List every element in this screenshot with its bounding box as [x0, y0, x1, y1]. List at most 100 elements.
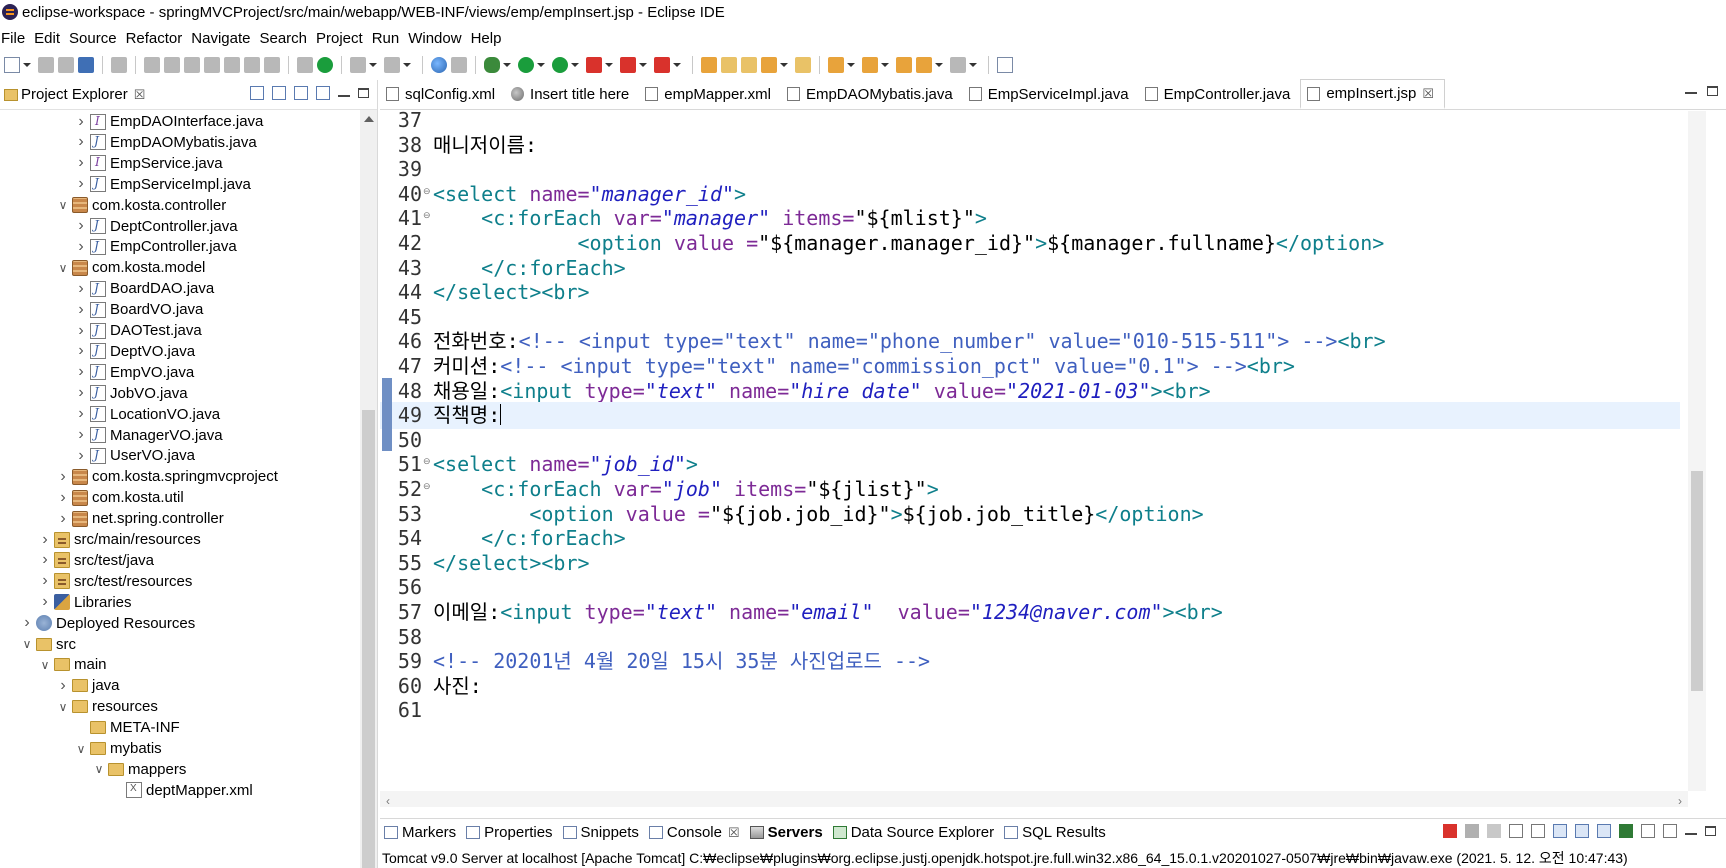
expand-chevron-right-icon[interactable]	[56, 468, 70, 486]
expand-chevron-right-icon[interactable]	[38, 551, 52, 569]
new-icon[interactable]	[4, 57, 20, 73]
last-edit-location-icon[interactable]	[896, 57, 912, 73]
bottom-tab[interactable]: Servers	[746, 820, 829, 846]
terminate-icon[interactable]	[184, 57, 200, 73]
code-line[interactable]: 37	[380, 111, 1680, 134]
code-line[interactable]: 49 직책명:	[380, 402, 1680, 430]
expand-chevron-right-icon[interactable]	[74, 426, 88, 444]
tree-item[interactable]: com.kosta.util	[0, 486, 184, 509]
open-task-icon[interactable]	[795, 57, 811, 73]
expand-chevron-down-icon[interactable]	[56, 198, 70, 212]
expand-chevron-right-icon[interactable]	[20, 614, 34, 632]
expand-chevron-right-icon[interactable]	[74, 133, 88, 151]
code-line[interactable]: 57 이메일:<input type="text" name="email" va…	[380, 599, 1680, 626]
view-menu-icon[interactable]	[316, 86, 330, 100]
tree-item[interactable]: main	[0, 653, 107, 676]
run-external-icon[interactable]	[586, 57, 602, 73]
tree-item[interactable]: DeptController.java	[0, 215, 238, 238]
code-line[interactable]: 46 전화번호:<!-- <input type="text" name="pho…	[380, 328, 1680, 355]
tree-item[interactable]: EmpController.java	[0, 235, 237, 258]
scrollbar-thumb[interactable]	[362, 410, 375, 868]
expand-chevron-right-icon[interactable]	[38, 531, 52, 549]
menu-run[interactable]: Run	[371, 30, 406, 47]
expand-chevron-right-icon[interactable]	[38, 572, 52, 590]
tree-item[interactable]: EmpServiceImpl.java	[0, 173, 251, 196]
forward-icon[interactable]	[950, 57, 966, 73]
tree-item[interactable]: LocationVO.java	[0, 403, 220, 426]
tree-item[interactable]: com.kosta.controller	[0, 194, 226, 217]
open-type-icon[interactable]	[701, 57, 717, 73]
code-line[interactable]: 38 매니저이름:	[380, 132, 1680, 159]
collapse-all-icon[interactable]	[250, 86, 264, 100]
minimize-icon[interactable]	[338, 95, 350, 97]
show-on-output-icon[interactable]	[1575, 824, 1589, 838]
tree-item[interactable]: java	[0, 674, 120, 697]
tree-item[interactable]: DeptVO.java	[0, 340, 195, 363]
expand-chevron-down-icon[interactable]	[74, 742, 88, 756]
code-line[interactable]: 51 ⊖ <select name="job_id">	[380, 451, 1680, 478]
editor-tab[interactable]: empMapper.xml	[639, 79, 781, 109]
code-line[interactable]: 43 </c:forEach>	[380, 255, 1680, 282]
tree-item[interactable]: src	[0, 633, 76, 656]
scroll-right-icon[interactable]: ›	[1678, 794, 1682, 808]
tree-item[interactable]: ManagerVO.java	[0, 424, 223, 447]
expand-chevron-right-icon[interactable]	[74, 405, 88, 423]
debug-icon[interactable]	[484, 57, 500, 73]
expand-chevron-right-icon[interactable]	[74, 301, 88, 319]
tree-item[interactable]: META-INF	[0, 716, 180, 739]
bottom-tab[interactable]: Data Source Explorer	[829, 820, 1000, 846]
expand-chevron-right-icon[interactable]	[74, 280, 88, 298]
bottom-tab[interactable]: Snippets	[559, 820, 645, 846]
expand-chevron-right-icon[interactable]	[56, 489, 70, 507]
tree-item[interactable]: BoardDAO.java	[0, 277, 214, 300]
code-line[interactable]: 45	[380, 304, 1680, 331]
maximize-icon[interactable]	[1705, 826, 1716, 836]
clear-console-icon[interactable]	[1509, 824, 1523, 838]
open-browser-icon[interactable]	[431, 57, 447, 73]
tree-item[interactable]: Libraries	[0, 591, 132, 614]
expand-chevron-down-icon[interactable]	[92, 762, 106, 776]
expand-chevron-down-icon[interactable]	[56, 261, 70, 275]
search-icon[interactable]	[761, 57, 777, 73]
new-server-icon[interactable]	[350, 57, 366, 73]
expand-chevron-down-icon[interactable]	[38, 658, 52, 672]
menu-refactor[interactable]: Refactor	[125, 30, 189, 47]
code-line[interactable]: 61	[380, 697, 1680, 724]
tree-item[interactable]: DAOTest.java	[0, 319, 202, 342]
tree-item[interactable]: JobVO.java	[0, 382, 188, 405]
stop-server-icon[interactable]	[620, 57, 636, 73]
save-all-icon[interactable]	[58, 57, 74, 73]
resume-icon[interactable]	[144, 57, 160, 73]
expand-chevron-right-icon[interactable]	[74, 217, 88, 235]
remove-all-terminated-icon[interactable]	[1487, 824, 1501, 838]
menu-window[interactable]: Window	[407, 30, 467, 47]
fold-toggle-icon[interactable]: ⊖	[423, 481, 431, 492]
publish-icon[interactable]	[654, 57, 670, 73]
close-icon[interactable]: ☒	[134, 87, 146, 103]
tree-item[interactable]: EmpDAOMybatis.java	[0, 131, 257, 154]
menu-source[interactable]: Source	[68, 30, 123, 47]
maximize-icon[interactable]	[1707, 86, 1718, 96]
filter-icon[interactable]	[294, 86, 308, 100]
scroll-left-icon[interactable]: ‹	[386, 794, 390, 808]
disconnect-icon[interactable]	[204, 57, 220, 73]
bottom-tab[interactable]: Properties	[462, 820, 558, 846]
tree-item[interactable]: src/main/resources	[0, 528, 201, 551]
project-explorer-tab[interactable]: Project Explorer ☒	[0, 80, 149, 110]
expand-chevron-right-icon[interactable]	[56, 510, 70, 528]
editor-tab[interactable]: sqlConfig.xml	[380, 79, 505, 109]
suspend-icon[interactable]	[164, 57, 180, 73]
pin-console-icon[interactable]	[1619, 824, 1633, 838]
code-line[interactable]: 40 ⊖ <select name="manager_id">	[380, 181, 1680, 208]
tree-item[interactable]: resources	[0, 695, 158, 718]
expand-chevron-right-icon[interactable]	[74, 447, 88, 465]
code-line[interactable]: 41 ⊖ <c:forEach var="manager" items="${ml…	[380, 205, 1680, 232]
tree-item[interactable]: src/test/resources	[0, 570, 192, 593]
code-line[interactable]: 39	[380, 156, 1680, 183]
minimize-icon[interactable]	[1685, 92, 1697, 94]
menu-navigate[interactable]: Navigate	[190, 30, 256, 47]
new-dropdown-icon[interactable]	[22, 57, 31, 73]
step-over-icon[interactable]	[244, 57, 260, 73]
link-with-editor-icon[interactable]	[272, 86, 286, 100]
pin-editor-icon[interactable]	[997, 57, 1013, 73]
